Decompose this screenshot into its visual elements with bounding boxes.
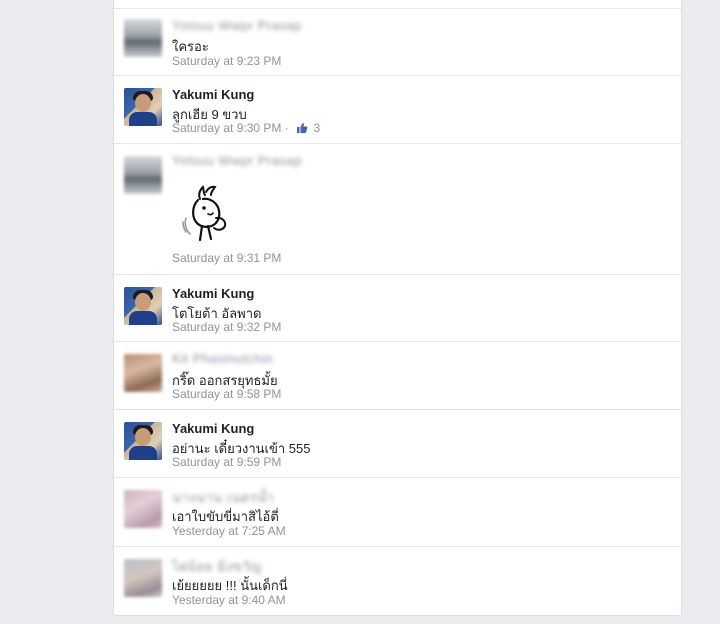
comment-item: Yotsuu Wwpr Prasap ใครอะ Saturday at 9:2… [114,9,681,76]
comment-item: Kit Phasinutchin กริ๊ด ออกสรยุทธมั้ย Sat… [114,342,681,410]
comment-timestamp[interactable]: Saturday at 9:59 PM [172,455,281,469]
comment-timestamp[interactable]: Saturday at 9:30 PM [172,121,281,135]
comment-feed: Yotsuu Wwpr Prasap ใครอะ Saturday at 9:2… [113,0,682,616]
comment-item: Yakumi Kung อย่านะ เดี๋ยวงานเข้า 555 Sat… [114,410,681,478]
comment-timestamp[interactable]: Saturday at 9:23 PM [172,54,281,68]
commenter-name[interactable]: Yotsuu Wwpr Prasap [172,153,302,168]
comment-timestamp[interactable]: Saturday at 9:31 PM [172,251,281,265]
comment-timestamp[interactable]: Yesterday at 7:25 AM [172,524,286,538]
comment-item: Yotsuu Wwpr Prasap Saturday at 9:31 PM [114,144,681,275]
cartoon-character-sticker[interactable] [178,178,238,248]
avatar[interactable] [124,559,162,597]
avatar[interactable] [124,88,162,126]
commenter-name[interactable]: นางนาน เนตรน้ำ [172,487,274,508]
previous-comment-edge [114,0,681,9]
commenter-name[interactable]: Yakumi Kung [172,286,254,301]
comment-timestamp[interactable]: Yesterday at 9:40 AM [172,593,286,607]
comment-item: Yakumi Kung โตโยต้า อัลพาด Saturday at 9… [114,275,681,342]
comment-item: นางนาน เนตรน้ำ เอาใบขับขี่มาสิไอ้ตี่ Yes… [114,478,681,547]
comment-item: ไฝน้อย มิ่งขวัญ เย้ยยยยย !!! นั้นเด็กนี่… [114,547,681,616]
avatar[interactable] [124,490,162,528]
commenter-name[interactable]: Yotsuu Wwpr Prasap [172,18,302,33]
comment-timestamp[interactable]: Saturday at 9:58 PM [172,387,281,401]
avatar[interactable] [124,287,162,325]
meta-separator: · [284,121,289,135]
thumbs-up-icon[interactable] [296,122,308,137]
comment-timestamp[interactable]: Saturday at 9:32 PM [172,320,281,334]
avatar[interactable] [124,354,162,392]
commenter-name[interactable]: ไฝน้อย มิ่งขวัญ [172,556,262,577]
avatar[interactable] [124,19,162,57]
like-count[interactable]: 3 [313,121,320,135]
commenter-name[interactable]: Yakumi Kung [172,87,254,102]
avatar[interactable] [124,156,162,194]
commenter-name[interactable]: Kit Phasinutchin [172,351,273,366]
commenter-name[interactable]: Yakumi Kung [172,421,254,436]
comment-item: Yakumi Kung ลูกเฮีย 9 ขวบ Saturday at 9:… [114,76,681,144]
avatar[interactable] [124,422,162,460]
comment-meta: Saturday at 9:30 PM · 3 [172,121,320,137]
